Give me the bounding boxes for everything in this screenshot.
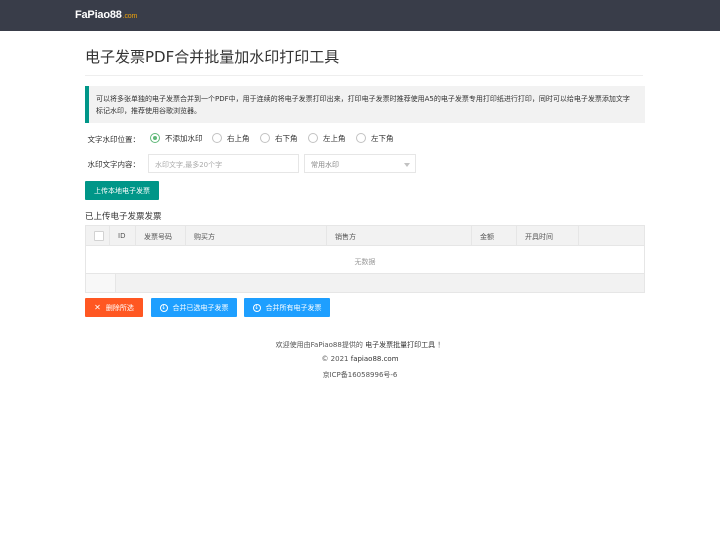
logo-text: FaPiao88 xyxy=(75,9,122,21)
title-divider xyxy=(85,75,643,76)
top-navbar: FaPiao88.com xyxy=(0,0,720,31)
common-watermark-select[interactable]: 常用水印 xyxy=(304,154,416,173)
footer-welcome-prefix: 欢迎使用由FaPiao88提供的 xyxy=(275,341,363,349)
input-placeholder: 水印文字,最多20个字 xyxy=(155,161,223,169)
select-all-checkbox[interactable] xyxy=(94,231,104,241)
radio-unchecked-icon xyxy=(260,133,270,143)
footer-welcome: 欢迎使用由FaPiao88提供的 电子发票批量打印工具 ！ xyxy=(0,340,720,350)
delete-selected-button[interactable]: ✕ 删除所选 xyxy=(85,298,143,317)
col-seller[interactable]: 销售方 xyxy=(327,226,472,246)
logo-domain: .com xyxy=(122,13,138,20)
page-title: 电子发票PDF合并批量加水印打印工具 xyxy=(85,48,340,66)
radio-top-left[interactable]: 左上角 xyxy=(308,133,346,143)
col-buyer[interactable]: 购买方 xyxy=(186,226,327,246)
download-circle-icon: ↓ xyxy=(159,303,168,312)
select-all-cell xyxy=(86,226,110,246)
footer-tool-name: 电子发票批量打印工具 xyxy=(365,341,436,349)
watermark-text-input[interactable]: 水印文字,最多20个字 xyxy=(148,154,299,173)
radio-label: 不添加水印 xyxy=(165,133,203,143)
delete-button-label: 删除所选 xyxy=(105,303,134,312)
table-empty-state: 无数据 xyxy=(86,247,644,274)
radio-bottom-right[interactable]: 右下角 xyxy=(260,133,298,143)
col-amount[interactable]: 金额 xyxy=(472,226,517,246)
radio-unchecked-icon xyxy=(308,133,318,143)
site-logo[interactable]: FaPiao88.com xyxy=(75,9,137,21)
caret-down-icon xyxy=(404,163,410,167)
uploaded-section-title: 已上传电子发票发票 xyxy=(85,212,162,222)
notice-text: 可以将多张单独的电子发票合并到一个PDF中，用于连续的将电子发票打印出来，打印电… xyxy=(96,95,630,115)
col-invoice-number[interactable]: 发票号码 xyxy=(136,226,186,246)
upload-button-label: 上传本地电子发票 xyxy=(94,186,150,195)
footer-copyright: © 2021 fapiao88.com xyxy=(0,355,720,363)
merge-selected-label: 合并已选电子发票 xyxy=(172,303,229,312)
radio-label: 右上角 xyxy=(227,133,250,143)
radio-bottom-left[interactable]: 左下角 xyxy=(356,133,394,143)
col-issue-date[interactable]: 开具时间 xyxy=(517,226,579,246)
download-circle-icon: ↓ xyxy=(252,303,261,312)
copyright-text: © 2021 xyxy=(321,355,349,363)
radio-label: 右下角 xyxy=(275,133,298,143)
radio-unchecked-icon xyxy=(356,133,366,143)
col-id[interactable]: ID xyxy=(110,226,136,246)
radio-unchecked-icon xyxy=(212,133,222,143)
footer-welcome-suffix: ！ xyxy=(437,341,445,349)
select-value: 常用水印 xyxy=(311,161,339,169)
watermark-position-label: 文字水印位置： xyxy=(87,135,141,144)
invoice-table: ID 发票号码 购买方 销售方 金额 开具时间 无数据 xyxy=(85,225,645,293)
table-header: ID 发票号码 购买方 销售方 金额 开具时间 xyxy=(86,226,644,246)
radio-label: 左上角 xyxy=(323,133,346,143)
watermark-text-label: 水印文字内容： xyxy=(87,160,141,169)
close-icon: ✕ xyxy=(94,303,101,312)
icp-link[interactable]: 京ICP备16058996号-6 xyxy=(323,371,398,379)
footer-site-link[interactable]: fapiao88.com xyxy=(351,355,399,363)
notice-box: 可以将多张单独的电子发票合并到一个PDF中，用于连续的将电子发票打印出来，打印电… xyxy=(85,86,645,123)
radio-no-watermark[interactable]: 不添加水印 xyxy=(150,133,203,143)
radio-label: 左下角 xyxy=(371,133,394,143)
radio-checked-icon xyxy=(150,133,160,143)
footer-icp: 京ICP备16058996号-6 xyxy=(0,370,720,380)
radio-top-right[interactable]: 右上角 xyxy=(212,133,250,143)
upload-invoice-button[interactable]: 上传本地电子发票 xyxy=(85,181,159,200)
table-footer xyxy=(86,274,644,292)
merge-selected-button[interactable]: ↓ 合并已选电子发票 xyxy=(151,298,237,317)
merge-all-button[interactable]: ↓ 合并所有电子发票 xyxy=(244,298,330,317)
merge-all-label: 合并所有电子发票 xyxy=(265,303,322,312)
table-footer-cell xyxy=(86,274,116,292)
